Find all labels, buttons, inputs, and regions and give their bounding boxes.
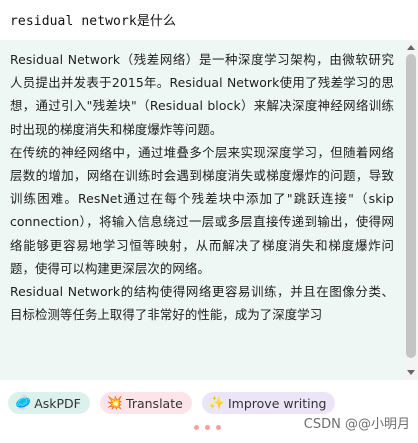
query-text: residual network是什么 — [10, 14, 177, 29]
answer-panel: Residual Network（残差网络）是一种深度学习架构，由微软研究人员提… — [0, 40, 404, 380]
action-toolbar: 🥏 AskPDF 💥 Translate ✨ Improve writing — [8, 392, 336, 414]
sparkles-icon: ✨ — [208, 395, 225, 411]
frisbee-icon: 🥏 — [15, 395, 32, 411]
loading-dots — [194, 425, 221, 430]
dot — [216, 425, 221, 430]
improve-writing-label: Improve writing — [227, 395, 327, 411]
translate-button[interactable]: 💥 Translate — [99, 392, 192, 414]
watermark: CSDN @@小明月 — [303, 417, 410, 432]
improve-writing-button[interactable]: ✨ Improve writing — [201, 392, 336, 414]
translate-label: Translate — [126, 395, 183, 411]
answer-paragraph-1: Residual Network（残差网络）是一种深度学习架构，由微软研究人员提… — [10, 52, 394, 137]
answer-scrollbar[interactable] — [404, 40, 418, 380]
scrollbar-thumb[interactable] — [406, 54, 416, 358]
scroll-up-arrow-icon[interactable] — [407, 45, 415, 50]
dot — [205, 425, 210, 430]
scroll-down-arrow-icon[interactable] — [407, 370, 415, 375]
dot — [194, 425, 199, 430]
answer-text: Residual Network（残差网络）是一种深度学习架构，由微软研究人员提… — [0, 40, 404, 326]
answer-paragraph-3: Residual Network的结构使得网络更容易训练，并且在图像分类、目标检… — [10, 284, 394, 323]
ai-popup: residual network是什么 Residual Network（残差网… — [0, 0, 418, 443]
answer-paragraph-2: 在传统的神经网络中，通过堆叠多个层来实现深度学习，但随着网络层数的增加，网络在训… — [10, 144, 394, 276]
askpdf-button[interactable]: 🥏 AskPDF — [8, 392, 90, 414]
askpdf-label: AskPDF — [34, 395, 81, 411]
burst-icon: 💥 — [106, 395, 124, 411]
